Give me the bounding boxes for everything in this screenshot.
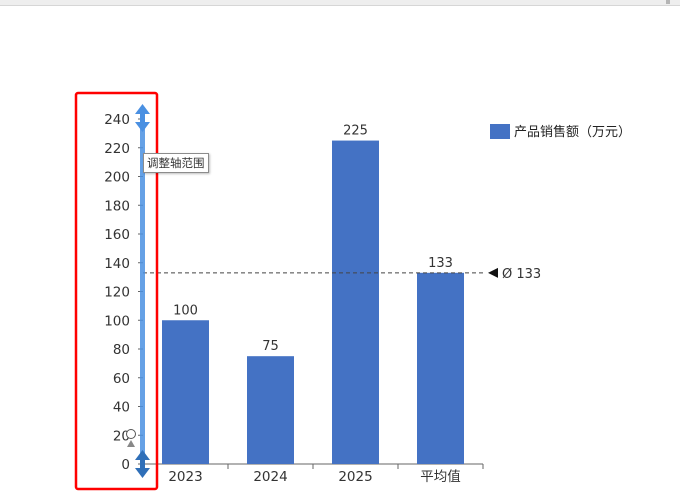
- y-tick-label: 140: [104, 256, 130, 272]
- y-tick-label: 240: [104, 112, 130, 128]
- legend-swatch: [490, 124, 510, 139]
- axis-max-handle-down-icon[interactable]: [135, 122, 150, 132]
- legend-label: 产品销售额（万元）: [514, 124, 631, 140]
- y-tick-label: 80: [113, 342, 130, 358]
- cursor-ring-icon: [126, 429, 136, 439]
- axis-min-handle-up-icon[interactable]: [135, 450, 150, 460]
- bar-data-label: 133: [428, 256, 453, 271]
- bar-data-label: 100: [173, 303, 198, 318]
- y-tick-label: 60: [113, 371, 130, 387]
- axis-max-handle-up-icon[interactable]: [135, 104, 150, 114]
- x-tick-label: 2025: [338, 469, 372, 485]
- average-marker-icon: [488, 267, 498, 278]
- y-tick-label: 0: [121, 457, 130, 473]
- bar-data-label: 225: [343, 124, 368, 139]
- x-tick-label: 平均值: [420, 469, 461, 485]
- y-tick-label: 160: [104, 227, 130, 243]
- bar-chart: 0204060801001201401601802002202401002023…: [74, 91, 631, 491]
- axis-max-handle-stem[interactable]: [140, 114, 145, 122]
- y-tick-label: 100: [104, 313, 130, 329]
- bar-data-label: 75: [262, 339, 279, 354]
- axis-min-handle-down-icon[interactable]: [135, 468, 150, 478]
- y-tick-label: 120: [104, 285, 130, 301]
- average-label: Ø 133: [502, 267, 541, 282]
- y-tick-label: 220: [104, 141, 130, 157]
- bar: [162, 320, 209, 464]
- x-tick-label: 2024: [253, 469, 287, 485]
- y-tick-label: 180: [104, 198, 130, 214]
- y-tick-label: 200: [104, 170, 130, 186]
- axis-range-tooltip: 调整轴范围: [143, 153, 209, 173]
- bar: [247, 356, 294, 464]
- bar: [332, 140, 379, 464]
- y-tick-label: 40: [113, 400, 130, 416]
- bar: [417, 272, 464, 464]
- axis-min-handle-stem[interactable]: [140, 460, 145, 468]
- x-tick-label: 2023: [168, 469, 202, 485]
